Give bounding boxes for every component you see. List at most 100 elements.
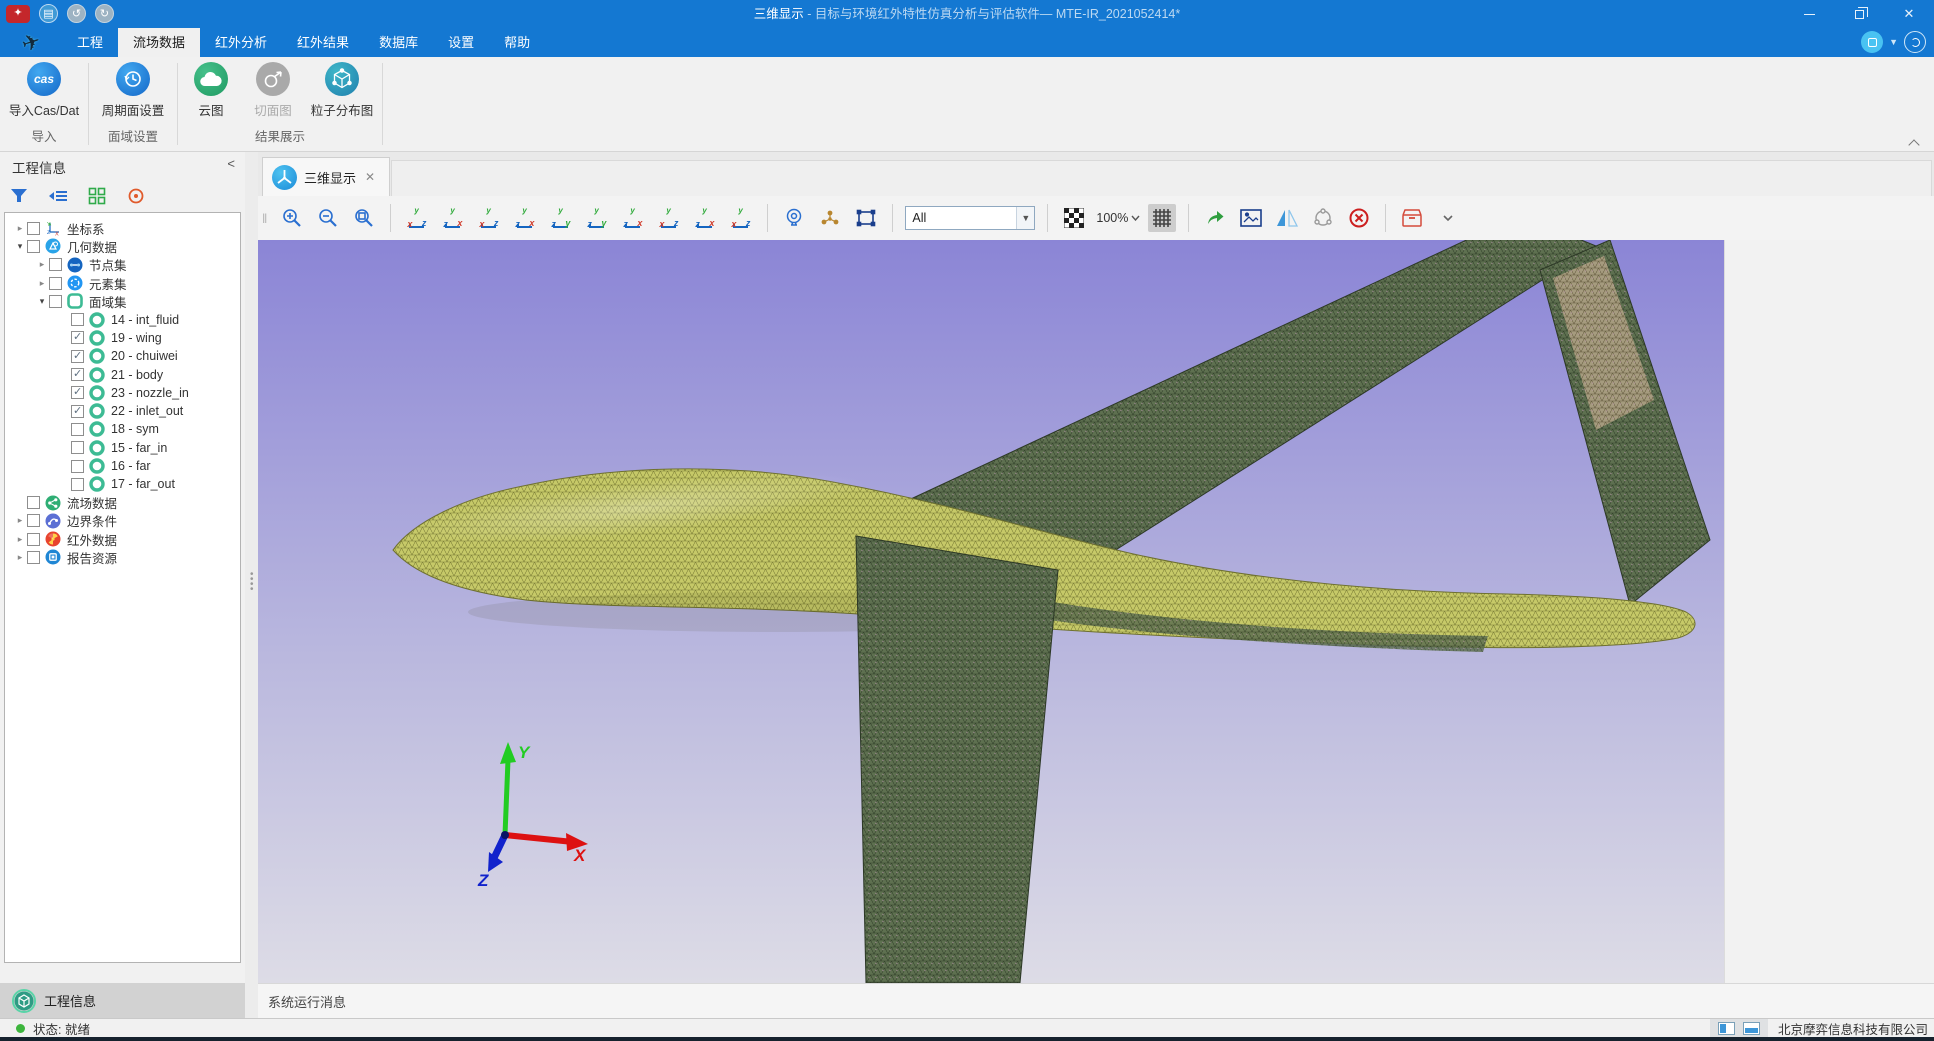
visibility-checkbox[interactable] bbox=[27, 496, 40, 509]
menu-tab-3[interactable]: 红外分析 bbox=[200, 28, 282, 57]
tree-item[interactable]: 19 - wing bbox=[5, 329, 240, 347]
view-zx-icon[interactable]: yzx bbox=[439, 204, 467, 232]
tree-item[interactable]: 15 - far_in bbox=[5, 439, 240, 457]
zoom-fit-icon[interactable] bbox=[350, 204, 378, 232]
tree-item[interactable]: 23 - nozzle_in bbox=[5, 384, 240, 402]
tree-item[interactable]: 14 - int_fluid bbox=[5, 310, 240, 328]
close-tab-icon[interactable]: ✕ bbox=[365, 170, 375, 184]
view-iso3-icon[interactable]: yzx bbox=[691, 204, 719, 232]
zoom-in-icon[interactable] bbox=[278, 204, 306, 232]
visibility-checkbox[interactable] bbox=[71, 386, 84, 399]
tree-item[interactable]: ▸YZX坐标系 bbox=[5, 219, 240, 237]
visibility-checkbox[interactable] bbox=[71, 423, 84, 436]
visibility-checkbox[interactable] bbox=[71, 441, 84, 454]
visibility-checkbox[interactable] bbox=[71, 478, 84, 491]
visibility-checkbox[interactable] bbox=[27, 533, 40, 546]
mesh-toggle-button[interactable] bbox=[1148, 204, 1176, 232]
filter-funnel-icon[interactable] bbox=[8, 185, 30, 207]
visibility-checkbox[interactable] bbox=[27, 514, 40, 527]
visibility-checkbox[interactable] bbox=[27, 551, 40, 564]
view-iso4-icon[interactable]: yxz bbox=[727, 204, 755, 232]
zoom-out-icon[interactable] bbox=[314, 204, 342, 232]
expand-arrow-icon[interactable]: ▾ bbox=[13, 241, 27, 252]
expand-arrow-icon[interactable]: ▸ bbox=[13, 552, 27, 563]
view-iso2-icon[interactable]: yxz bbox=[655, 204, 683, 232]
visibility-checkbox[interactable] bbox=[49, 295, 62, 308]
tree-item[interactable]: 17 - far_out bbox=[5, 475, 240, 493]
maximize-button[interactable] bbox=[1834, 0, 1884, 28]
expand-arrow-icon[interactable]: ▸ bbox=[13, 515, 27, 526]
panel-footer-tab[interactable]: 工程信息 bbox=[0, 983, 245, 1018]
view-iso1-icon[interactable]: yzx bbox=[619, 204, 647, 232]
target-icon[interactable] bbox=[125, 185, 147, 207]
tab-3d-view[interactable]: 三维显示 ✕ bbox=[262, 157, 390, 196]
expand-arrow-icon[interactable]: ▸ bbox=[13, 534, 27, 545]
tree-item[interactable]: ▾几何数据 bbox=[5, 237, 240, 255]
visibility-checkbox[interactable] bbox=[71, 313, 84, 326]
menu-tab-2[interactable]: 流场数据 bbox=[118, 28, 200, 57]
tree-item[interactable]: ▾面域集 bbox=[5, 292, 240, 310]
menu-tab-1[interactable]: 工程 bbox=[62, 28, 118, 57]
tree-item[interactable]: 流场数据 bbox=[5, 493, 240, 511]
tree-item[interactable]: ▸边界条件 bbox=[5, 512, 240, 530]
view-xz-icon[interactable]: yxz bbox=[403, 204, 431, 232]
layout-left-panel-icon[interactable] bbox=[1718, 1022, 1735, 1035]
zoom-level-dropdown[interactable]: 100% bbox=[1096, 211, 1140, 225]
tree-item[interactable]: ▸元素集 bbox=[5, 274, 240, 292]
visibility-checkbox[interactable] bbox=[49, 258, 62, 271]
trace-points-icon[interactable] bbox=[816, 204, 844, 232]
grid-squares-icon[interactable] bbox=[86, 185, 108, 207]
ribbon-button-3-3[interactable]: 粒子分布图 bbox=[304, 62, 380, 119]
delete-icon[interactable] bbox=[1345, 204, 1373, 232]
ribbon-button-1-1[interactable]: cas导入Cas/Dat bbox=[2, 62, 86, 119]
style-dropdown-icon[interactable]: ▼ bbox=[1889, 37, 1898, 47]
snapshot-icon[interactable] bbox=[1237, 204, 1265, 232]
viewport-3d[interactable]: Y X Z bbox=[258, 240, 1724, 983]
view-zy-icon[interactable]: yzy bbox=[547, 204, 575, 232]
box-select-icon[interactable] bbox=[852, 204, 880, 232]
menu-tab-4[interactable]: 红外结果 bbox=[282, 28, 364, 57]
view-zx2-icon[interactable]: yzx bbox=[511, 204, 539, 232]
visibility-checkbox[interactable] bbox=[71, 405, 84, 418]
menu-tab-5[interactable]: 数据库 bbox=[364, 28, 433, 57]
visibility-checkbox[interactable] bbox=[27, 240, 40, 253]
expand-arrow-icon[interactable]: ▸ bbox=[13, 223, 27, 234]
tree-item[interactable]: 16 - far bbox=[5, 457, 240, 475]
layout-bottom-panel-icon[interactable] bbox=[1743, 1022, 1760, 1035]
mirror-icon[interactable] bbox=[1273, 204, 1301, 232]
visibility-checkbox[interactable] bbox=[71, 460, 84, 473]
menu-tab-7[interactable]: 帮助 bbox=[489, 28, 545, 57]
toolbar-drag-handle[interactable]: ‖ bbox=[262, 211, 268, 226]
tree-item[interactable]: 20 - chuiwei bbox=[5, 347, 240, 365]
minimize-button[interactable] bbox=[1784, 0, 1834, 28]
archive-icon[interactable] bbox=[1398, 204, 1426, 232]
style-preview-button[interactable] bbox=[1861, 31, 1883, 53]
tree-item[interactable]: ▸节点集 bbox=[5, 256, 240, 274]
theme-button[interactable] bbox=[1904, 31, 1926, 53]
opacity-icon[interactable] bbox=[1060, 204, 1088, 232]
visibility-checkbox[interactable] bbox=[49, 277, 62, 290]
expand-arrow-icon[interactable]: ▸ bbox=[35, 278, 49, 289]
list-outdent-icon[interactable] bbox=[47, 185, 69, 207]
visibility-checkbox[interactable] bbox=[71, 350, 84, 363]
view-xz2-icon[interactable]: yxz bbox=[475, 204, 503, 232]
expand-arrow-icon[interactable]: ▸ bbox=[35, 259, 49, 270]
close-button[interactable]: ✕ bbox=[1884, 0, 1934, 28]
collapse-panel-button[interactable]: < bbox=[227, 156, 235, 171]
visibility-checkbox[interactable] bbox=[27, 222, 40, 235]
visibility-checkbox[interactable] bbox=[71, 331, 84, 344]
tree-item[interactable]: ▸报告资源 bbox=[5, 548, 240, 566]
view-zy2-icon[interactable]: yzy bbox=[583, 204, 611, 232]
export-arrow-icon[interactable] bbox=[1201, 204, 1229, 232]
tree-item[interactable]: 21 - body bbox=[5, 365, 240, 383]
probe-icon[interactable] bbox=[780, 204, 808, 232]
menu-tab-6[interactable]: 设置 bbox=[433, 28, 489, 57]
combo-dropdown-icon[interactable]: ▼ bbox=[1016, 207, 1034, 229]
tree-item[interactable]: 18 - sym bbox=[5, 420, 240, 438]
panel-splitter[interactable]: •••• bbox=[245, 152, 258, 1018]
expand-arrow-icon[interactable]: ▾ bbox=[35, 296, 49, 307]
ribbon-button-3-1[interactable]: 云图 bbox=[180, 62, 242, 119]
display-filter-select[interactable]: All▼ bbox=[905, 206, 1035, 230]
visibility-checkbox[interactable] bbox=[71, 368, 84, 381]
tree-item[interactable]: 22 - inlet_out bbox=[5, 402, 240, 420]
